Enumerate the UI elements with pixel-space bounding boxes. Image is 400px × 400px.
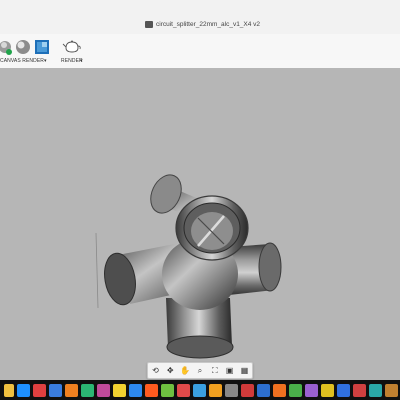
app-icon[interactable] [33, 383, 46, 397]
display-icon[interactable]: ▣ [224, 365, 236, 376]
app-icon[interactable] [209, 383, 222, 397]
app-icon[interactable] [305, 383, 318, 397]
hand-icon[interactable]: ✋ [179, 365, 191, 376]
scene-settings-icon [16, 40, 30, 54]
file-explorer-icon[interactable] [4, 383, 14, 397]
toolbar: CANVAS RENDER ▾ RENDER ▾ [0, 34, 400, 98]
app-icon[interactable] [65, 383, 78, 397]
app-icon[interactable] [161, 383, 174, 397]
render-dropdown-icon[interactable]: ▾ [80, 58, 83, 64]
app-icon[interactable] [113, 383, 126, 397]
app-icon[interactable] [225, 383, 238, 397]
app-icon[interactable] [145, 383, 158, 397]
app-icon[interactable] [129, 383, 142, 397]
app-icon[interactable] [385, 383, 398, 397]
document-title-text: circuit_splitter_22mm_alc_v1_X4 v2 [156, 20, 261, 28]
zoom-icon[interactable]: ⌕ [194, 365, 206, 376]
app-icon[interactable] [257, 383, 270, 397]
taskbar [0, 380, 400, 400]
app-icon[interactable] [353, 383, 366, 397]
app-icon[interactable] [81, 383, 94, 397]
canvas-render-button[interactable] [34, 38, 50, 56]
app-icon[interactable] [177, 383, 190, 397]
appearance-icon [0, 41, 12, 55]
model-canvas[interactable] [0, 68, 400, 380]
viewport-guide-line [95, 232, 99, 309]
splitter-model[interactable] [101, 170, 282, 359]
title-bar: circuit_splitter_22mm_alc_v1_X4 v2 [0, 0, 400, 34]
app-icon[interactable] [321, 383, 334, 397]
grid-icon[interactable]: ▦ [238, 365, 250, 376]
app-icon[interactable] [369, 383, 382, 397]
app-icon[interactable] [289, 383, 302, 397]
scene-settings-button[interactable] [15, 38, 31, 56]
teapot-icon [62, 40, 81, 53]
document-icon [145, 20, 153, 28]
3d-viewport[interactable] [0, 68, 400, 380]
app-icon[interactable] [97, 383, 110, 397]
app-icon[interactable] [337, 383, 350, 397]
app-icon[interactable] [241, 383, 254, 397]
app-icon[interactable] [49, 383, 62, 397]
canvas-render-label[interactable]: CANVAS RENDER [0, 58, 44, 64]
canvas-render-icon [35, 40, 49, 54]
pan-icon[interactable]: ✥ [164, 365, 176, 376]
navigation-bar: ⟲ ✥ ✋ ⌕ ⛶ ▣ ▦ [147, 362, 253, 379]
orbit-icon[interactable]: ⟲ [149, 365, 161, 376]
render-button[interactable] [62, 38, 82, 56]
fit-icon[interactable]: ⛶ [209, 365, 221, 376]
document-title: circuit_splitter_22mm_alc_v1_X4 v2 [145, 18, 260, 30]
canvas-render-dropdown-icon[interactable]: ▾ [44, 58, 47, 64]
appearance-button[interactable] [0, 38, 14, 56]
app-icon[interactable] [17, 383, 30, 397]
app-icon[interactable] [273, 383, 286, 397]
app-icon[interactable] [193, 383, 206, 397]
